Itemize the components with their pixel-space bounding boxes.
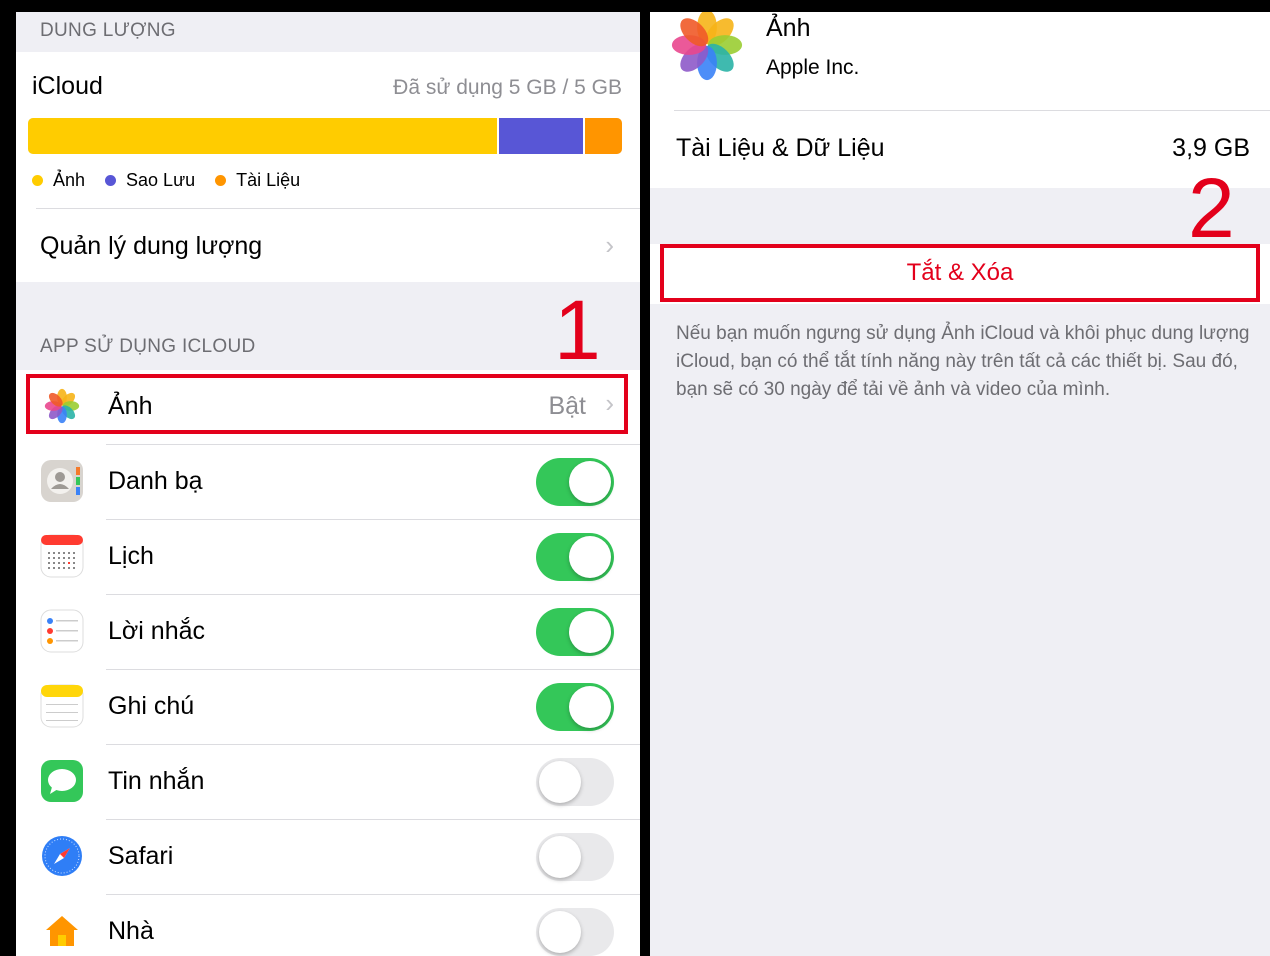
toggle-knob — [569, 611, 611, 653]
notes-icon — [40, 684, 84, 728]
divider — [674, 110, 1270, 111]
app-label: Lời nhắc — [108, 617, 206, 645]
storage-section-header: DUNG LƯỢNG — [40, 20, 176, 41]
toggle-switch[interactable] — [536, 533, 614, 581]
app-row-messages: Tin nhắn — [16, 745, 640, 820]
app-header: Ảnh Apple Inc. Tài Liệu & Dữ Liệu 3,9 GB — [650, 12, 1270, 188]
legend-dot — [215, 175, 227, 186]
app-row-home: Nhà — [16, 895, 640, 956]
legend-dot — [105, 175, 117, 186]
storage-bar-segment — [28, 118, 498, 154]
step-marker-1: 1 — [554, 283, 601, 377]
divider — [36, 208, 640, 209]
toggle-knob — [539, 836, 581, 878]
toggle-switch[interactable] — [536, 458, 614, 506]
documents-data-value: 3,9 GB — [1172, 134, 1250, 162]
app-label: Lịch — [108, 542, 154, 570]
app-row-contacts: Danh bạ — [16, 445, 640, 520]
manage-storage-label: Quản lý dung lượng — [40, 232, 263, 260]
app-label: Nhà — [108, 917, 154, 945]
contacts-icon — [40, 459, 84, 503]
chevron-right-icon: › — [605, 230, 614, 260]
step-marker-2: 2 — [1188, 161, 1235, 255]
home-icon — [40, 909, 84, 953]
legend-item: Sao Lưu — [105, 170, 195, 191]
toggle-switch[interactable] — [536, 608, 614, 656]
icloud-usage-text: Đã sử dụng 5 GB / 5 GB — [393, 76, 622, 99]
info-text: Nếu bạn muốn ngưng sử dụng Ảnh iCloud và… — [676, 323, 1250, 400]
storage-legend: Ảnh Sao Lưu Tài Liệu — [32, 170, 320, 191]
reminders-icon — [40, 609, 84, 653]
legend-item: Tài Liệu — [215, 170, 300, 191]
toggle-knob — [539, 761, 581, 803]
app-row-safari: Safari — [16, 820, 640, 895]
storage-usage-bar — [28, 118, 622, 154]
storage-bar-segment — [497, 118, 584, 154]
legend-dot — [32, 175, 43, 186]
toggle-knob — [569, 686, 611, 728]
documents-data-label: Tài Liệu & Dữ Liệu — [676, 134, 885, 162]
app-developer: Apple Inc. — [766, 56, 860, 79]
storage-bar-segment — [583, 118, 622, 154]
toggle-knob — [539, 911, 581, 953]
safari-icon — [40, 834, 84, 878]
app-row-notes: Ghi chú — [16, 670, 640, 745]
app-name: Ảnh — [766, 14, 811, 42]
app-label: Danh bạ — [108, 467, 203, 495]
app-row-reminders: Lời nhắc — [16, 595, 640, 670]
toggle-knob — [569, 536, 611, 578]
legend-label: Tài Liệu — [236, 170, 301, 190]
icloud-title: iCloud — [32, 72, 103, 100]
toggle-switch[interactable] — [536, 758, 614, 806]
turn-off-row: Tắt & Xóa — [650, 244, 1270, 304]
legend-item: Ảnh — [32, 170, 85, 191]
photos-app-detail-panel: Ảnh Apple Inc. Tài Liệu & Dữ Liệu 3,9 GB… — [650, 12, 1270, 956]
highlight-box-step-1 — [26, 374, 628, 434]
legend-label: Sao Lưu — [126, 170, 196, 190]
legend-label: Ảnh — [53, 170, 86, 190]
toggle-switch[interactable] — [536, 833, 614, 881]
messages-icon — [40, 759, 84, 803]
app-label: Tin nhắn — [108, 767, 205, 795]
toggle-switch[interactable] — [536, 683, 614, 731]
documents-data-row: Tài Liệu & Dữ Liệu 3,9 GB — [650, 112, 1270, 188]
app-label: Ghi chú — [108, 692, 195, 720]
photos-icon — [662, 12, 752, 90]
app-row-calendar: Lịch — [16, 520, 640, 595]
apps-section-header: APP SỬ DỤNG ICLOUD — [40, 336, 256, 357]
icloud-storage-card: iCloud Đã sử dụng 5 GB / 5 GB Ảnh Sao Lưu… — [16, 52, 640, 282]
toggle-switch[interactable] — [536, 908, 614, 956]
apps-list: Ảnh Bật › Danh bạ Lịch Lời nhắc Ghi chú Tin nhắ… — [16, 370, 640, 956]
turn-off-and-delete-button[interactable]: Tắt & Xóa — [660, 244, 1260, 302]
manage-storage-row[interactable]: Quản lý dung lượng › — [16, 212, 640, 282]
icloud-settings-panel: DUNG LƯỢNG iCloud Đã sử dụng 5 GB / 5 GB… — [16, 12, 640, 956]
toggle-knob — [569, 461, 611, 503]
calendar-icon — [40, 534, 84, 578]
app-label: Safari — [108, 842, 174, 870]
